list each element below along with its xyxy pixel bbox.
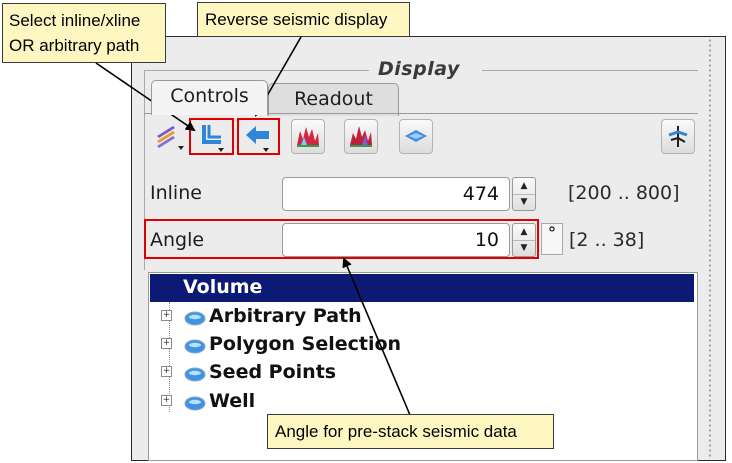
callout-reverse-display: Reverse seismic display	[197, 2, 410, 37]
arrow-line	[342, 257, 411, 416]
callout-arrows	[95, 36, 411, 416]
callout-select-path: Select inline/xline OR arbitrary path	[2, 3, 166, 63]
tab-controls[interactable]: Controls	[151, 80, 268, 115]
callout-angle: Angle for pre-stack seismic data	[267, 414, 554, 449]
